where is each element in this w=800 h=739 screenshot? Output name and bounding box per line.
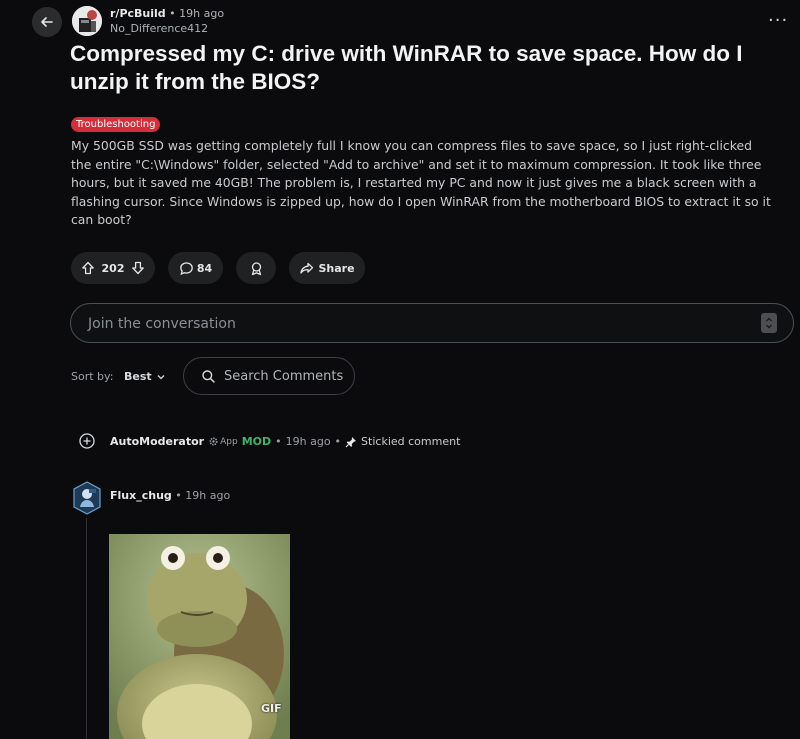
comment-time: 19h ago — [285, 435, 331, 448]
post-title: Compressed my C: drive with WinRAR to sa… — [70, 41, 743, 94]
automod-comment-header: AutoModerator App MOD • 19h ago • Sticki… — [110, 435, 460, 448]
app-label: App — [220, 436, 238, 447]
thread-line[interactable] — [86, 518, 87, 739]
award-icon — [251, 261, 261, 275]
comment-header: Flux_chug • 19h ago — [110, 489, 230, 502]
mod-badge: MOD — [241, 435, 272, 448]
vote-control: 202 — [71, 252, 155, 284]
comment-count: 84 — [196, 261, 213, 275]
pin-icon — [345, 436, 357, 447]
post-body: My 500GB SSD was getting completely full… — [71, 138, 771, 227]
downvote-icon[interactable] — [131, 261, 145, 275]
share-arrow-icon — [300, 262, 314, 274]
sort-dropdown[interactable]: Best — [124, 370, 166, 383]
comment-author[interactable]: Flux_chug — [110, 489, 172, 502]
post-time: 19h ago — [179, 7, 225, 20]
separator: • — [169, 7, 180, 20]
comment-time: 19h ago — [185, 489, 231, 502]
upvote-icon[interactable] — [81, 261, 95, 275]
subreddit-line: r/PcBuild • 19h ago — [110, 7, 224, 20]
sort-value: Best — [124, 370, 152, 383]
search-placeholder: Search Comments — [224, 369, 344, 384]
speech-bubble-icon — [179, 261, 193, 275]
subreddit-name[interactable]: r/PcBuild — [110, 7, 166, 20]
chevron-updown-icon — [766, 317, 772, 329]
back-button[interactable] — [32, 7, 62, 37]
post-flair[interactable]: Troubleshooting — [71, 117, 161, 132]
gear-icon — [209, 437, 218, 446]
composer-toggle-button[interactable] — [761, 313, 777, 333]
post-author[interactable]: No_Difference412 — [110, 22, 208, 35]
user-avatar[interactable] — [72, 481, 102, 515]
gif-badge: GIF — [261, 702, 282, 715]
composer-placeholder: Join the conversation — [88, 316, 236, 332]
more-options-button[interactable]: ··· — [768, 10, 788, 31]
comment-author[interactable]: AutoModerator — [110, 435, 204, 448]
sort-label: Sort by: — [71, 370, 114, 383]
separator: • — [334, 435, 342, 448]
arrow-left-icon — [41, 17, 53, 27]
plus-circle-icon[interactable] — [78, 432, 96, 450]
stickied-label: Stickied comment — [361, 435, 461, 448]
award-button[interactable] — [236, 252, 276, 284]
separator: • — [275, 435, 282, 448]
chevron-down-icon — [157, 374, 165, 379]
share-label: Share — [318, 261, 355, 275]
separator: • — [175, 489, 182, 502]
comments-button[interactable]: 84 — [168, 252, 223, 284]
magnifier-icon — [202, 370, 215, 383]
subreddit-avatar[interactable] — [72, 6, 102, 36]
vote-count: 202 — [101, 261, 125, 275]
share-button[interactable]: Share — [289, 252, 365, 284]
